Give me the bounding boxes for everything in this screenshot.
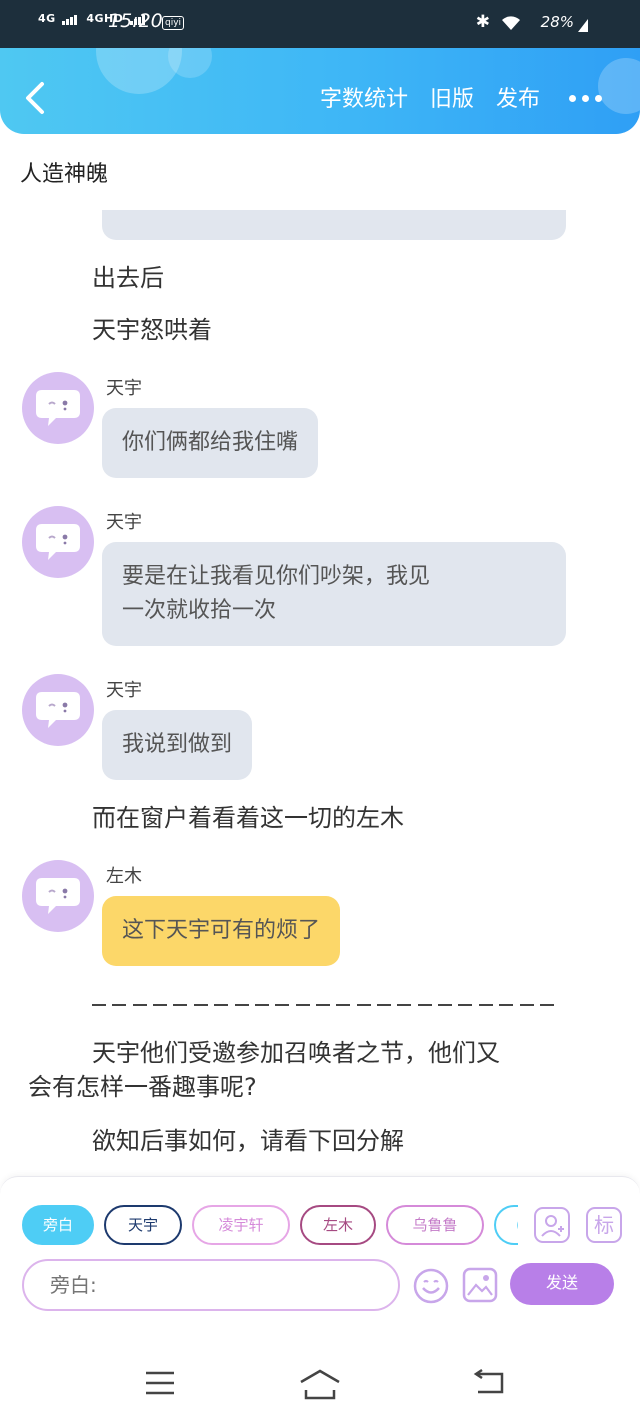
speaker-name: 左木: [106, 866, 142, 887]
chat-face-icon: [36, 390, 80, 426]
battery-percent: 28%: [540, 13, 574, 31]
avatar[interactable]: [22, 506, 94, 578]
avatar[interactable]: [22, 860, 94, 932]
tag-zuomu[interactable]: 左木: [300, 1205, 376, 1245]
back-arrow-icon[interactable]: [22, 80, 50, 116]
speaker-name: 天宇: [106, 512, 142, 533]
system-nav-bar: [0, 1348, 640, 1422]
narration-line: 而在窗户着看着这一切的左木: [92, 804, 404, 832]
header-actions: 字数统计 旧版 发布: [320, 81, 540, 113]
message-text: 一次就收拾一次: [122, 598, 277, 623]
role-manager-button[interactable]: [534, 1207, 570, 1243]
paragraph-line: 天宇他们受邀参加召唤者之节，他们又: [92, 1039, 500, 1067]
avatar[interactable]: [22, 372, 94, 444]
story-title: 人造神魄: [20, 162, 109, 187]
chat-area[interactable]: 出去后 天宇怒哄着 天宇 你们俩都给我住嘴 天宇 要是在让我看见你们吵架，我见 …: [0, 210, 640, 1170]
chat-face-icon: [36, 692, 80, 728]
message-bubble: [102, 210, 566, 240]
chat-face-icon: [36, 878, 80, 914]
back-icon[interactable]: [472, 1368, 506, 1398]
send-button[interactable]: 发送: [510, 1263, 614, 1305]
app-notification-badge: qiyi: [162, 16, 185, 30]
home-icon[interactable]: [298, 1368, 342, 1402]
battery-icon: [578, 19, 588, 32]
message-bubble[interactable]: 我说到做到: [102, 710, 253, 780]
tag-wululu[interactable]: 乌鲁鲁: [386, 1205, 484, 1245]
paragraph-line: 会有怎样一番趣事呢?: [28, 1073, 257, 1101]
signal-bars-icon: [62, 12, 78, 25]
mark-button[interactable]: 标: [586, 1207, 622, 1243]
tag-partial[interactable]: (: [494, 1205, 518, 1245]
image-icon[interactable]: [462, 1267, 498, 1303]
tag-tianyu[interactable]: 天宇: [104, 1205, 182, 1245]
bluetooth-icon: ✱: [475, 12, 490, 32]
publish-button[interactable]: 发布: [496, 81, 540, 113]
role-tags: 旁白天宇凌宇轩左木乌鲁鲁(: [22, 1205, 518, 1245]
word-count-button[interactable]: 字数统计: [320, 81, 408, 113]
app-header: 字数统计 旧版 发布: [0, 48, 640, 134]
message-text: 这下天宇可有的烦了: [122, 918, 321, 943]
speaker-name: 天宇: [106, 378, 142, 399]
old-version-button[interactable]: 旧版: [430, 81, 474, 113]
more-options-icon[interactable]: [569, 95, 602, 102]
message-text: 要是在让我看见你们吵架，我见: [122, 564, 431, 589]
status-bar: 4G 4GHD 15:20 qiyi ✱ 28%: [0, 0, 640, 48]
chat-face-icon: [36, 524, 80, 560]
narration-line: 出去后: [92, 264, 164, 292]
clock: 15:20: [108, 10, 163, 32]
person-icon: [541, 1215, 564, 1237]
message-text: 你们俩都给我住嘴: [122, 430, 299, 455]
message-input-wrapper: [22, 1259, 400, 1311]
message-input[interactable]: [24, 1261, 398, 1309]
wifi-icon: [502, 16, 520, 30]
message-bubble[interactable]: 要是在让我看见你们吵架，我见 一次就收拾一次: [102, 542, 566, 646]
paragraph-line: 欲知后事如何，请看下回分解: [92, 1127, 404, 1155]
narration-line: 天宇怒哄着: [92, 316, 212, 344]
message-text: 我说到做到: [122, 732, 233, 757]
section-divider: [92, 994, 554, 1016]
network-1: 4G: [38, 12, 56, 25]
avatar[interactable]: [22, 674, 94, 746]
message-bubble[interactable]: 你们俩都给我住嘴: [102, 408, 319, 478]
menu-icon[interactable]: [144, 1368, 176, 1398]
tag-lingyuxuan[interactable]: 凌宇轩: [192, 1205, 290, 1245]
emoji-icon[interactable]: [412, 1267, 450, 1305]
tag-narration[interactable]: 旁白: [22, 1205, 94, 1245]
composer-panel: 旁白天宇凌宇轩左木乌鲁鲁( 标 发送: [0, 1176, 640, 1348]
speaker-name: 天宇: [106, 680, 142, 701]
message-bubble[interactable]: 这下天宇可有的烦了: [102, 896, 341, 966]
